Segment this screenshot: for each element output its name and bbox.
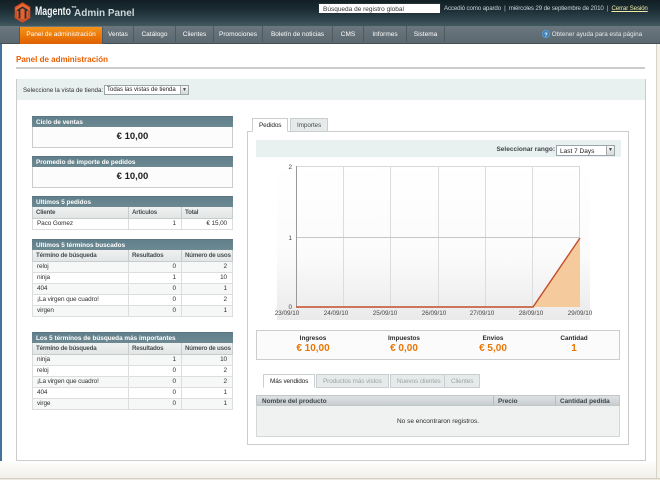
svg-text:1: 1 [288,235,292,242]
svg-text:26/09/10: 26/09/10 [422,310,447,317]
svg-text:25/09/10: 25/09/10 [373,310,398,317]
svg-text:23/09/10: 23/09/10 [275,310,300,317]
svg-text:27/09/10: 27/09/10 [470,310,495,317]
svg-text:24/09/10: 24/09/10 [324,310,349,317]
svg-text:2: 2 [288,164,292,171]
svg-text:28/09/10: 28/09/10 [519,310,544,317]
svg-text:29/09/10: 29/09/10 [568,310,593,317]
svg-text:?: ? [544,32,548,38]
